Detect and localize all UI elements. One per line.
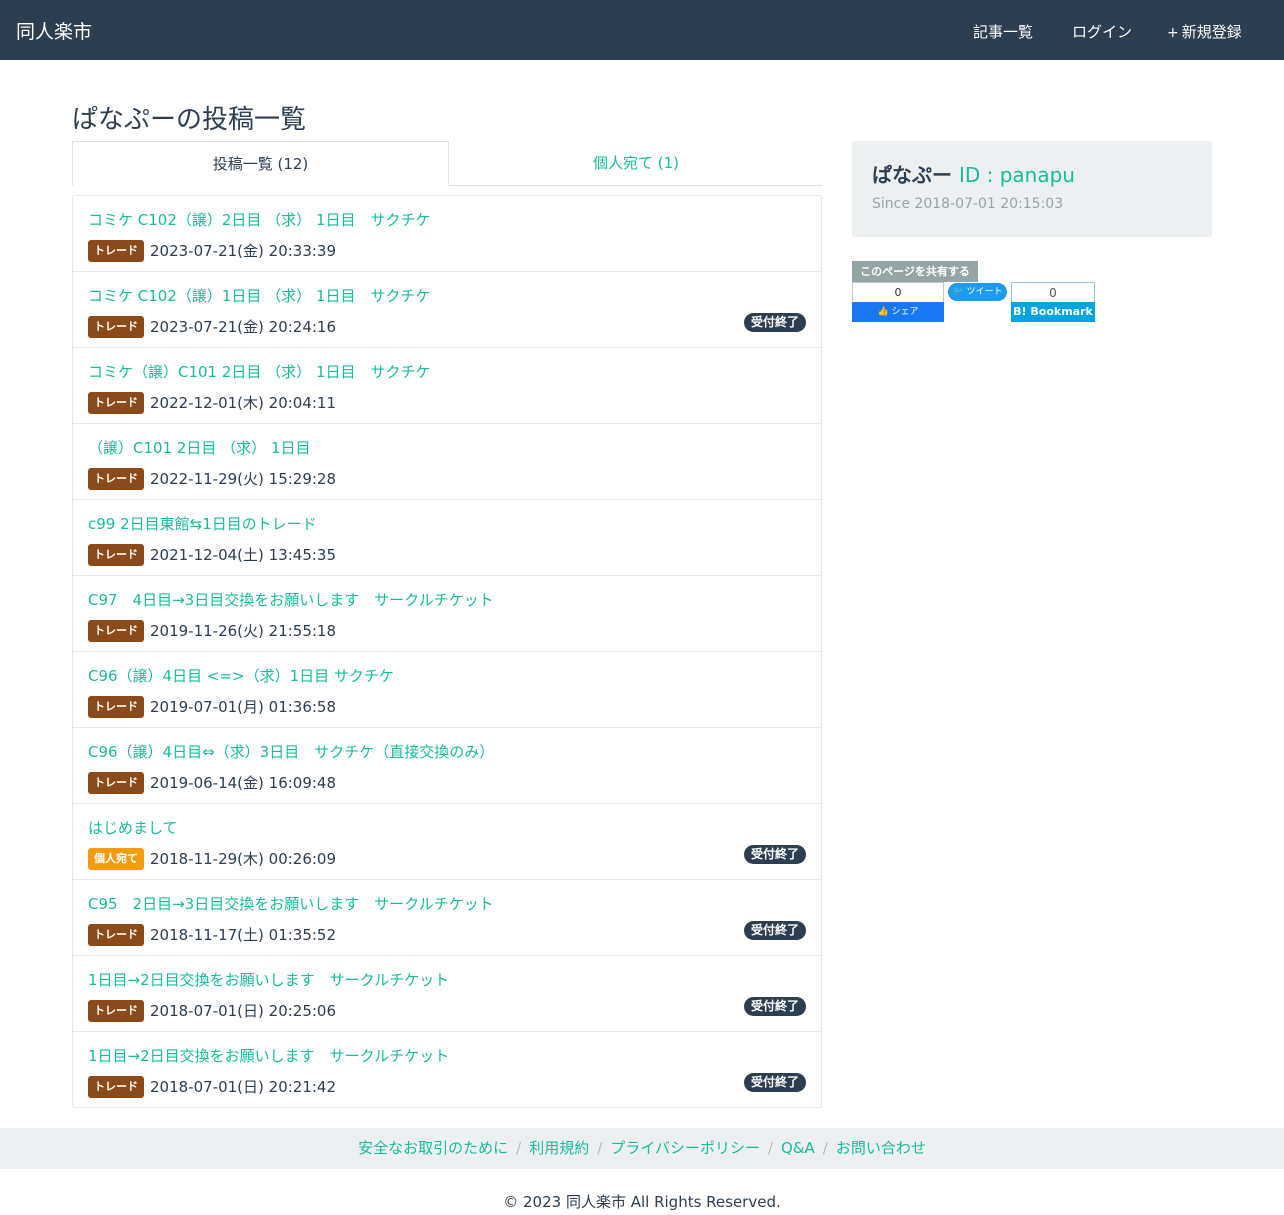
post-date: 2023-07-21(金) 20:33:39: [150, 242, 337, 260]
post-date: 2019-06-14(金) 16:09:48: [150, 774, 337, 792]
nav-articles-label: 記事一覧: [973, 23, 1034, 41]
post-list-item: c99 2日目東館⇆1日目のトレード トレード 2021-12-04(土) 13:4…: [73, 500, 821, 576]
facebook-share-button[interactable]: 👍 シェア: [852, 302, 944, 322]
nav-login-label: ログイン: [1072, 23, 1133, 41]
post-date: 2022-11-29(火) 15:29:28: [150, 470, 337, 488]
profile-id: ID : panapu: [958, 163, 1075, 187]
post-list-item: コミケ C102（譲）2日目 （求） 1日目 サクチケ トレード 2023-07-2…: [73, 196, 821, 272]
post-list-item: コミケ（譲）C101 2日目 （求） 1日目 サクチケ トレード 2022-12-0…: [73, 348, 821, 424]
post-list-item: はじめまして 個人宛て 2018-11-29(木) 00:26:09 受付終了: [73, 804, 821, 880]
twitter-share-button[interactable]: 🐦 ツイート: [948, 283, 1007, 301]
post-date: 2022-12-01(木) 20:04:11: [150, 394, 337, 412]
post-list-item: 1日目→2日目交換をお願いします サークルチケット トレード 2018-07-01(…: [73, 1032, 821, 1107]
footer-link[interactable]: 安全なお取引のために: [358, 1139, 508, 1157]
nav-register-link[interactable]: + 新規登録: [1167, 21, 1242, 42]
post-date: 2018-07-01(日) 20:25:06: [150, 1002, 337, 1020]
facebook-count: 0: [894, 286, 902, 299]
post-title-link[interactable]: 1日目→2日目交換をお願いします サークルチケット: [88, 969, 449, 990]
footer-link[interactable]: 利用規約: [529, 1139, 589, 1157]
nav-register-label: 新規登録: [1181, 23, 1242, 41]
footer-separator: /: [597, 1139, 603, 1157]
status-badge: 受付終了: [743, 313, 806, 332]
category-badge: トレード: [88, 772, 144, 794]
footer-separator: /: [516, 1139, 522, 1157]
category-badge: トレード: [88, 392, 144, 414]
hatena-bookmark-button[interactable]: B! Bookmark: [1011, 302, 1095, 322]
tab-bar: 投稿一覧 (12) 個人宛て (1): [72, 141, 822, 186]
status-badge: 受付終了: [743, 997, 806, 1016]
status-badge: 受付終了: [743, 921, 806, 940]
footer-separator: /: [767, 1139, 774, 1157]
post-date: 2018-11-17(土) 01:35:52: [150, 926, 337, 944]
category-badge: トレード: [88, 1000, 144, 1022]
post-date: 2018-11-29(木) 00:26:09: [150, 850, 337, 868]
facebook-share-widget[interactable]: 0 👍 シェア: [852, 282, 944, 322]
post-title-link[interactable]: はじめまして: [88, 817, 178, 838]
post-list-item: （譲）C101 2日目 （求） 1日目 トレード 2022-11-29(火) 15:…: [73, 424, 821, 500]
post-date: 2023-07-21(金) 20:24:16: [150, 318, 337, 336]
hatena-count: 0: [1049, 286, 1057, 300]
category-badge: トレード: [88, 696, 144, 718]
category-badge: 個人宛て: [88, 848, 144, 870]
twitter-bird-icon: 🐦: [952, 287, 964, 297]
post-title-link[interactable]: C96（譲）4日目⇔（求）3日目 サクチケ（直接交換のみ）: [88, 741, 494, 762]
post-list-item: C95 2日目→3日目交換をお願いします サークルチケット トレード 2018-11…: [73, 880, 821, 956]
post-title-link[interactable]: C96（譲）4日目 <=>（求）1日目 サクチケ: [88, 665, 394, 686]
post-title-link[interactable]: 1日目→2日目交換をお願いします サークルチケット: [88, 1045, 449, 1066]
post-title-link[interactable]: C97 4日目→3日目交換をお願いします サークルチケット: [88, 589, 494, 610]
facebook-share-label: シェア: [891, 307, 919, 317]
footer-link[interactable]: プライバシーポリシー: [610, 1139, 760, 1157]
nav-articles-link[interactable]: 記事一覧: [970, 21, 1033, 42]
post-title-link[interactable]: C95 2日目→3日目交換をお願いします サークルチケット: [88, 893, 494, 914]
nav-login-link[interactable]: ログイン: [1069, 21, 1132, 42]
page-title: ぱなぷーの投稿一覧: [72, 105, 307, 135]
post-title-link[interactable]: コミケ C102（譲）2日目 （求） 1日目 サクチケ: [88, 209, 431, 230]
profile-since: Since 2018-07-01 20:15:03: [872, 196, 1063, 212]
post-date: 2018-07-01(日) 20:21:42: [150, 1078, 337, 1096]
category-badge: トレード: [88, 316, 144, 338]
post-date: 2021-12-04(土) 13:45:35: [150, 546, 337, 564]
brand-logo[interactable]: 同人楽市: [16, 17, 92, 44]
profile-since-text: Since 2018-07-01 20:15:03: [872, 196, 1064, 212]
category-badge: トレード: [88, 1076, 144, 1098]
post-list: コミケ C102（譲）2日目 （求） 1日目 サクチケ トレード 2023-07-2…: [72, 195, 822, 1108]
category-badge: トレード: [88, 924, 144, 946]
post-title-link[interactable]: コミケ C102（譲）1日目 （求） 1日目 サクチケ: [88, 285, 431, 306]
tab-posts[interactable]: 投稿一覧 (12): [72, 141, 449, 186]
post-date: 2019-11-26(火) 21:55:18: [150, 622, 337, 640]
copyright: © 2023 同人楽市 All Rights Reserved.: [503, 1193, 781, 1211]
thumbs-up-icon: 👍: [877, 307, 889, 317]
twitter-share-label: ツイート: [966, 287, 1003, 297]
post-list-item: コミケ C102（譲）1日目 （求） 1日目 サクチケ トレード 2023-07-2…: [73, 272, 821, 348]
profile-heading: ぱなぷー ID : panapu: [872, 159, 1075, 188]
post-date: 2019-07-01(月) 01:36:58: [150, 698, 337, 716]
post-title-link[interactable]: コミケ（譲）C101 2日目 （求） 1日目 サクチケ: [88, 361, 431, 382]
post-title-link[interactable]: （譲）C101 2日目 （求） 1日目: [88, 437, 311, 458]
category-badge: トレード: [88, 468, 144, 490]
post-list-item: 1日目→2日目交換をお願いします サークルチケット トレード 2018-07-01(…: [73, 956, 821, 1032]
post-title-link[interactable]: c99 2日目東館⇆1日目のトレード: [88, 513, 317, 534]
footer-link[interactable]: お問い合わせ: [836, 1139, 926, 1157]
category-badge: トレード: [88, 544, 144, 566]
category-badge: トレード: [88, 620, 144, 642]
footer-separator: /: [822, 1139, 828, 1157]
plus-icon: +: [1167, 25, 1179, 41]
status-badge: 受付終了: [743, 1073, 806, 1092]
footer-links: 安全なお取引のために / 利用規約 / プライバシーポリシー / Q&A / お問い合わせ: [0, 1128, 1284, 1169]
post-list-item: C96（譲）4日目 <=>（求）1日目 サクチケ トレード 2019-07-01(月…: [73, 652, 821, 728]
profile-name: ぱなぷー: [872, 163, 952, 187]
post-list-item: C97 4日目→3日目交換をお願いします サークルチケット トレード 2019-11…: [73, 576, 821, 652]
footer-link[interactable]: Q&A: [781, 1139, 815, 1157]
hatena-bookmark-widget[interactable]: 0 B! Bookmark: [1011, 282, 1095, 322]
category-badge: トレード: [88, 240, 144, 262]
tab-personal[interactable]: 個人宛て (1): [450, 141, 822, 185]
profile-card: ぱなぷー ID : panapu Since 2018-07-01 20:15:…: [852, 141, 1212, 237]
status-badge: 受付終了: [743, 845, 806, 864]
navbar: 同人楽市 記事一覧 ログイン + 新規登録: [0, 0, 1284, 60]
post-list-item: C96（譲）4日目⇔（求）3日目 サクチケ（直接交換のみ） トレード 2019-06…: [73, 728, 821, 804]
share-label: このページを共有する: [852, 261, 978, 282]
